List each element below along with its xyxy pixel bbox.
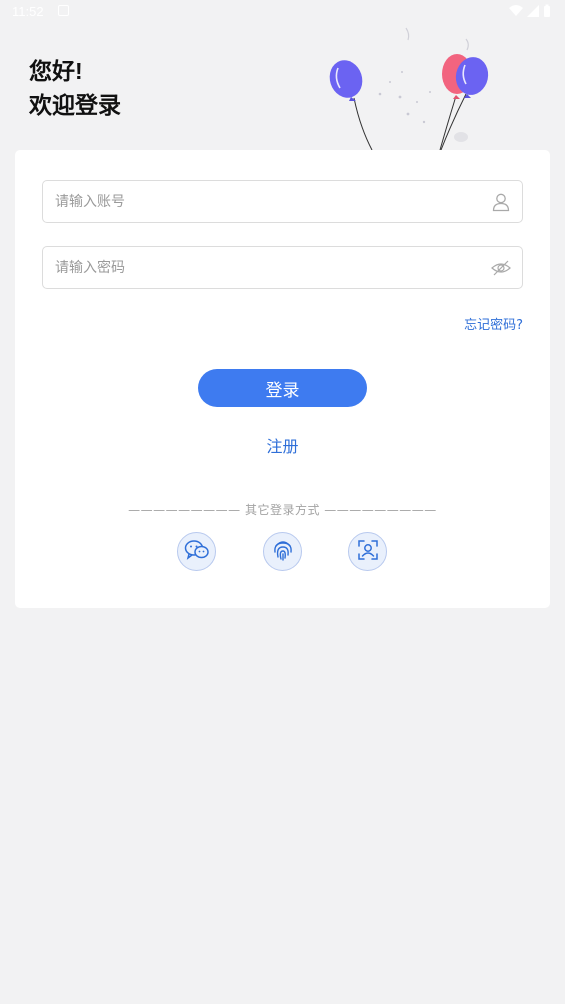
battery-icon	[544, 4, 550, 17]
cellular-signal-icon	[527, 5, 539, 17]
greeting-hello: 您好!	[29, 58, 83, 84]
balloons-illustration	[320, 22, 510, 152]
greeting: 您好! 欢迎登录	[29, 54, 121, 122]
login-button[interactable]: 登录	[198, 369, 367, 407]
register-link[interactable]: 注册	[15, 433, 550, 457]
other-login-title: ————————— 其它登录方式 —————————	[128, 503, 437, 517]
account-input[interactable]	[43, 181, 522, 222]
download-notification-icon	[58, 5, 69, 16]
face-recognition-icon	[357, 539, 379, 565]
status-bar: 11:52	[0, 0, 565, 24]
face-login-button[interactable]	[348, 532, 387, 571]
wechat-icon	[184, 539, 210, 565]
forgot-password-link[interactable]: 忘记密码?	[464, 314, 523, 333]
wechat-login-button[interactable]	[177, 532, 216, 571]
password-field	[42, 246, 523, 289]
status-icons	[507, 4, 555, 22]
wifi-icon	[509, 5, 523, 16]
login-card: 忘记密码? 登录 注册 ————————— 其它登录方式 —————————	[15, 150, 550, 608]
password-input[interactable]	[43, 247, 522, 288]
user-icon	[491, 192, 511, 212]
status-time: 11:52	[12, 4, 44, 19]
account-field	[42, 180, 523, 223]
fingerprint-login-button[interactable]	[263, 532, 302, 571]
eye-hidden-icon[interactable]	[491, 258, 511, 278]
greeting-welcome: 欢迎登录	[29, 92, 121, 118]
fingerprint-icon	[271, 538, 295, 566]
